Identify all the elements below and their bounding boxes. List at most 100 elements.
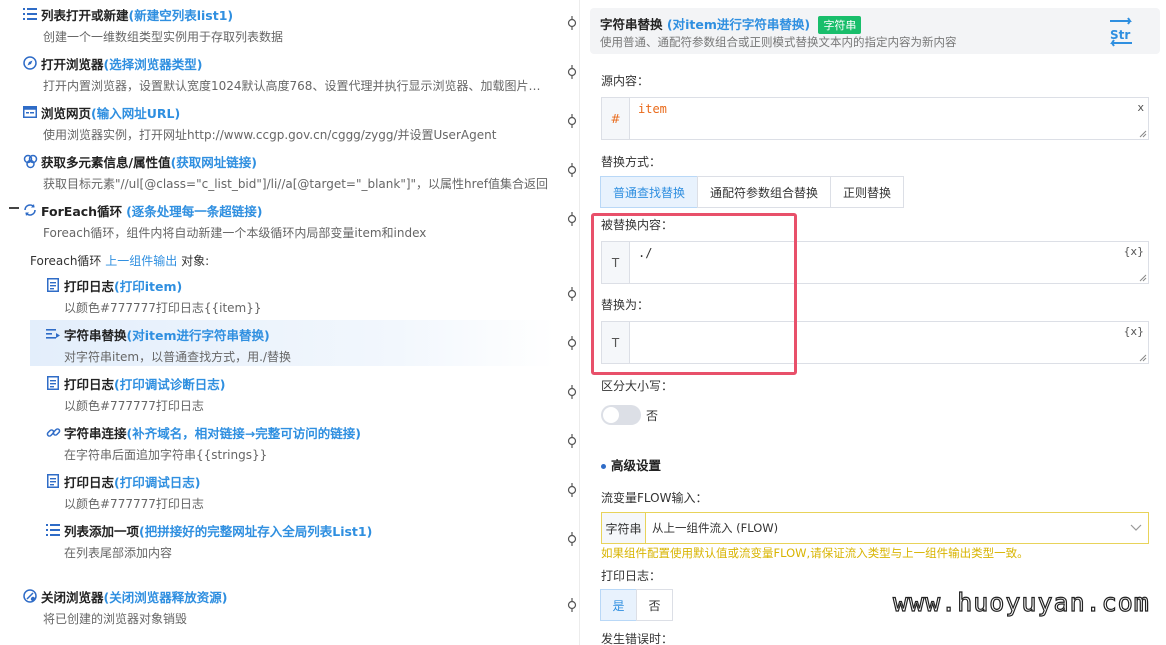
step-title: 获取多元素信息/属性值 bbox=[41, 154, 171, 170]
string-replace-icon: Str bbox=[1104, 17, 1138, 47]
variable-prefix: # bbox=[602, 98, 630, 139]
resize-handle-icon[interactable] bbox=[1139, 354, 1147, 362]
step-desc: 以颜色#777777打印日志{{item}} bbox=[64, 301, 262, 315]
step-foreach[interactable]: ForEach循环 (逐条处理每一条超链接) Foreach循环，组件内将自动新… bbox=[22, 200, 577, 241]
connector-handle-icon[interactable] bbox=[567, 114, 577, 128]
case-label: 区分大小写： bbox=[601, 379, 674, 393]
case-sensitive-toggle[interactable] bbox=[601, 405, 641, 425]
step-alias: (获取网址链接) bbox=[170, 154, 258, 170]
flow-value: 从上一组件流入 (FLOW) bbox=[652, 521, 779, 535]
step-desc: 在列表尾部添加内容 bbox=[64, 546, 173, 560]
source-value: item bbox=[638, 102, 667, 116]
step-string-replace[interactable]: 字符串替换 (对item进行字符串替换) 对字符串item，以普通查找方式，用.… bbox=[30, 320, 555, 366]
connector-handle-icon[interactable] bbox=[567, 287, 577, 301]
foreach-source-link[interactable]: 上一组件输出 bbox=[105, 254, 177, 268]
flow-label: 流变量FLOW输入： bbox=[601, 491, 708, 505]
connector-handle-icon[interactable] bbox=[567, 16, 577, 30]
step-title: 打印日志 bbox=[64, 376, 115, 392]
resize-handle-icon[interactable] bbox=[1139, 274, 1147, 282]
step-alias: (打印调试诊断日志) bbox=[114, 376, 226, 392]
connector-handle-icon[interactable] bbox=[567, 65, 577, 79]
step-open-browser[interactable]: 打开浏览器 (选择浏览器类型) 打开内置浏览器，设置默认宽度1024默认高度76… bbox=[22, 53, 577, 94]
flow-warning-text: 如果组件配置使用默认值或流变量FLOW,请保证流入类型与上一组件输出类型一致。 bbox=[601, 546, 1029, 560]
step-desc: 使用浏览器实例，打开网址http://www.ccgp.gov.cn/cggg/… bbox=[43, 128, 497, 142]
step-alias: (把拼接好的完整网址存入全局列表List1) bbox=[139, 523, 373, 539]
advanced-settings-heading[interactable]: 高级设置 bbox=[601, 455, 661, 474]
variable-insert-button[interactable]: {x} bbox=[1123, 245, 1144, 258]
step-close-browser[interactable]: 关闭浏览器 (关闭浏览器释放资源) 将已创建的浏览器对象销毁 bbox=[22, 586, 577, 627]
connector-handle-icon[interactable] bbox=[567, 163, 577, 177]
flow-input-select[interactable]: 字符串 从上一组件流入 (FLOW) bbox=[601, 512, 1149, 544]
step-title: 打印日志 bbox=[64, 278, 115, 294]
property-panel: 字符串替换 (对item进行字符串替换) 字符串 使用普通、通配符参数组合或正则… bbox=[590, 0, 1166, 645]
toggle-knob bbox=[603, 407, 619, 423]
log-icon bbox=[45, 473, 61, 489]
find-input[interactable]: T ./ {x} bbox=[601, 241, 1149, 284]
replace-mode-group: 普通查找替换 通配符参数组合替换 正则替换 bbox=[600, 176, 905, 208]
compass-icon bbox=[22, 55, 38, 71]
step-title: 关闭浏览器 bbox=[41, 589, 104, 605]
step-title: 打开浏览器 bbox=[41, 56, 104, 72]
step-desc: 打开内置浏览器，设置默认宽度1024默认高度768、设置代理并执行显示浏览器、加… bbox=[43, 79, 552, 93]
replace-label: 替换为： bbox=[601, 298, 650, 312]
mode-wildcard-option[interactable]: 通配符参数组合替换 bbox=[697, 176, 832, 208]
foreach-suffix: 对象: bbox=[177, 254, 210, 268]
close-browser-icon bbox=[22, 588, 38, 604]
mode-normal-option[interactable]: 普通查找替换 bbox=[600, 176, 699, 208]
step-title: 字符串替换 bbox=[64, 327, 127, 343]
step-list-add[interactable]: 列表添加一项 (把拼接好的完整网址存入全局列表List1) 在列表尾部添加内容 bbox=[45, 520, 600, 561]
loop-icon bbox=[22, 202, 38, 218]
mode-regex-option[interactable]: 正则替换 bbox=[830, 176, 905, 208]
panel-header: 字符串替换 (对item进行字符串替换) 字符串 使用普通、通配符参数组合或正则… bbox=[590, 8, 1160, 54]
resize-handle-icon[interactable] bbox=[1139, 130, 1147, 138]
connector-handle-icon[interactable] bbox=[567, 483, 577, 497]
panel-title-row: 字符串替换 (对item进行字符串替换) 字符串 bbox=[600, 14, 862, 34]
source-input[interactable]: # item x bbox=[601, 97, 1149, 140]
step-print-log-item[interactable]: 打印日志 (打印item) 以颜色#777777打印日志{{item}} bbox=[45, 275, 600, 316]
error-label: 发生错误时： bbox=[601, 632, 674, 645]
step-desc: 获取目标元素"//ul[@class="c_list_bid"]/li//a[@… bbox=[43, 177, 548, 191]
step-alias: (对item进行字符串替换) bbox=[126, 327, 270, 343]
log-yes-option[interactable]: 是 bbox=[600, 589, 637, 621]
connector-handle-icon[interactable] bbox=[567, 336, 577, 350]
variable-insert-button[interactable]: {x} bbox=[1123, 325, 1144, 338]
step-title: ForEach循环 bbox=[41, 203, 123, 219]
list-add-icon bbox=[45, 522, 61, 538]
log-no-option[interactable]: 否 bbox=[636, 589, 673, 621]
connector-handle-icon[interactable] bbox=[567, 598, 577, 612]
step-alias: (关闭浏览器释放资源) bbox=[103, 589, 228, 605]
step-title: 列表添加一项 bbox=[64, 523, 140, 539]
connector-handle-icon[interactable] bbox=[567, 385, 577, 399]
step-print-log-diagnose[interactable]: 打印日志 (打印调试诊断日志) 以颜色#777777打印日志 bbox=[45, 373, 600, 414]
step-title: 打印日志 bbox=[64, 474, 115, 490]
find-label: 被替换内容： bbox=[601, 218, 674, 232]
foreach-target-label: Foreach循环 上一组件输出 对象: bbox=[30, 252, 209, 269]
text-prefix: T bbox=[602, 242, 630, 283]
connector-handle-icon[interactable] bbox=[567, 532, 577, 546]
clear-icon[interactable]: x bbox=[1137, 101, 1144, 114]
flow-type: 字符串 bbox=[602, 513, 646, 543]
log-toggle-group: 是 否 bbox=[600, 589, 673, 621]
panel-subtitle: 使用普通、通配符参数组合或正则模式替换文本内的指定内容为新内容 bbox=[600, 35, 957, 49]
panel-alias: (对item进行字符串替换) bbox=[666, 17, 811, 32]
collapse-toggle-icon[interactable] bbox=[9, 207, 19, 209]
step-list-open[interactable]: 列表打开或新建 (新建空列表list1) 创建一个一维数组类型实例用于存取列表数… bbox=[22, 4, 577, 45]
text-prefix: T bbox=[602, 322, 630, 363]
step-string-concat[interactable]: 字符串连接 (补齐域名，相对链接→完整可访问的链接) 在字符串后面追加字符串{{… bbox=[45, 422, 600, 463]
step-get-elements[interactable]: 获取多元素信息/属性值 (获取网址链接) 获取目标元素"//ul[@class=… bbox=[22, 151, 577, 192]
app-root: 列表打开或新建 (新建空列表list1) 创建一个一维数组类型实例用于存取列表数… bbox=[0, 0, 1166, 645]
find-value: ./ bbox=[638, 246, 653, 260]
chevron-down-icon[interactable] bbox=[1124, 513, 1148, 543]
step-browse-page[interactable]: 浏览网页 (输入网址URL) 使用浏览器实例，打开网址http://www.cc… bbox=[22, 102, 577, 143]
panel-divider[interactable] bbox=[579, 0, 580, 645]
step-print-log-debug[interactable]: 打印日志 (打印调试日志) 以颜色#777777打印日志 bbox=[45, 471, 600, 512]
replace-input[interactable]: T {x} bbox=[601, 321, 1149, 364]
connector-handle-icon[interactable] bbox=[567, 434, 577, 448]
step-desc: 创建一个一维数组类型实例用于存取列表数据 bbox=[43, 30, 284, 44]
link-icon bbox=[45, 424, 61, 440]
replace-icon bbox=[45, 326, 61, 342]
step-title: 列表打开或新建 bbox=[41, 7, 129, 23]
source-label: 源内容： bbox=[601, 74, 650, 88]
connector-handle-icon[interactable] bbox=[567, 212, 577, 226]
step-alias: (选择浏览器类型) bbox=[103, 56, 203, 72]
